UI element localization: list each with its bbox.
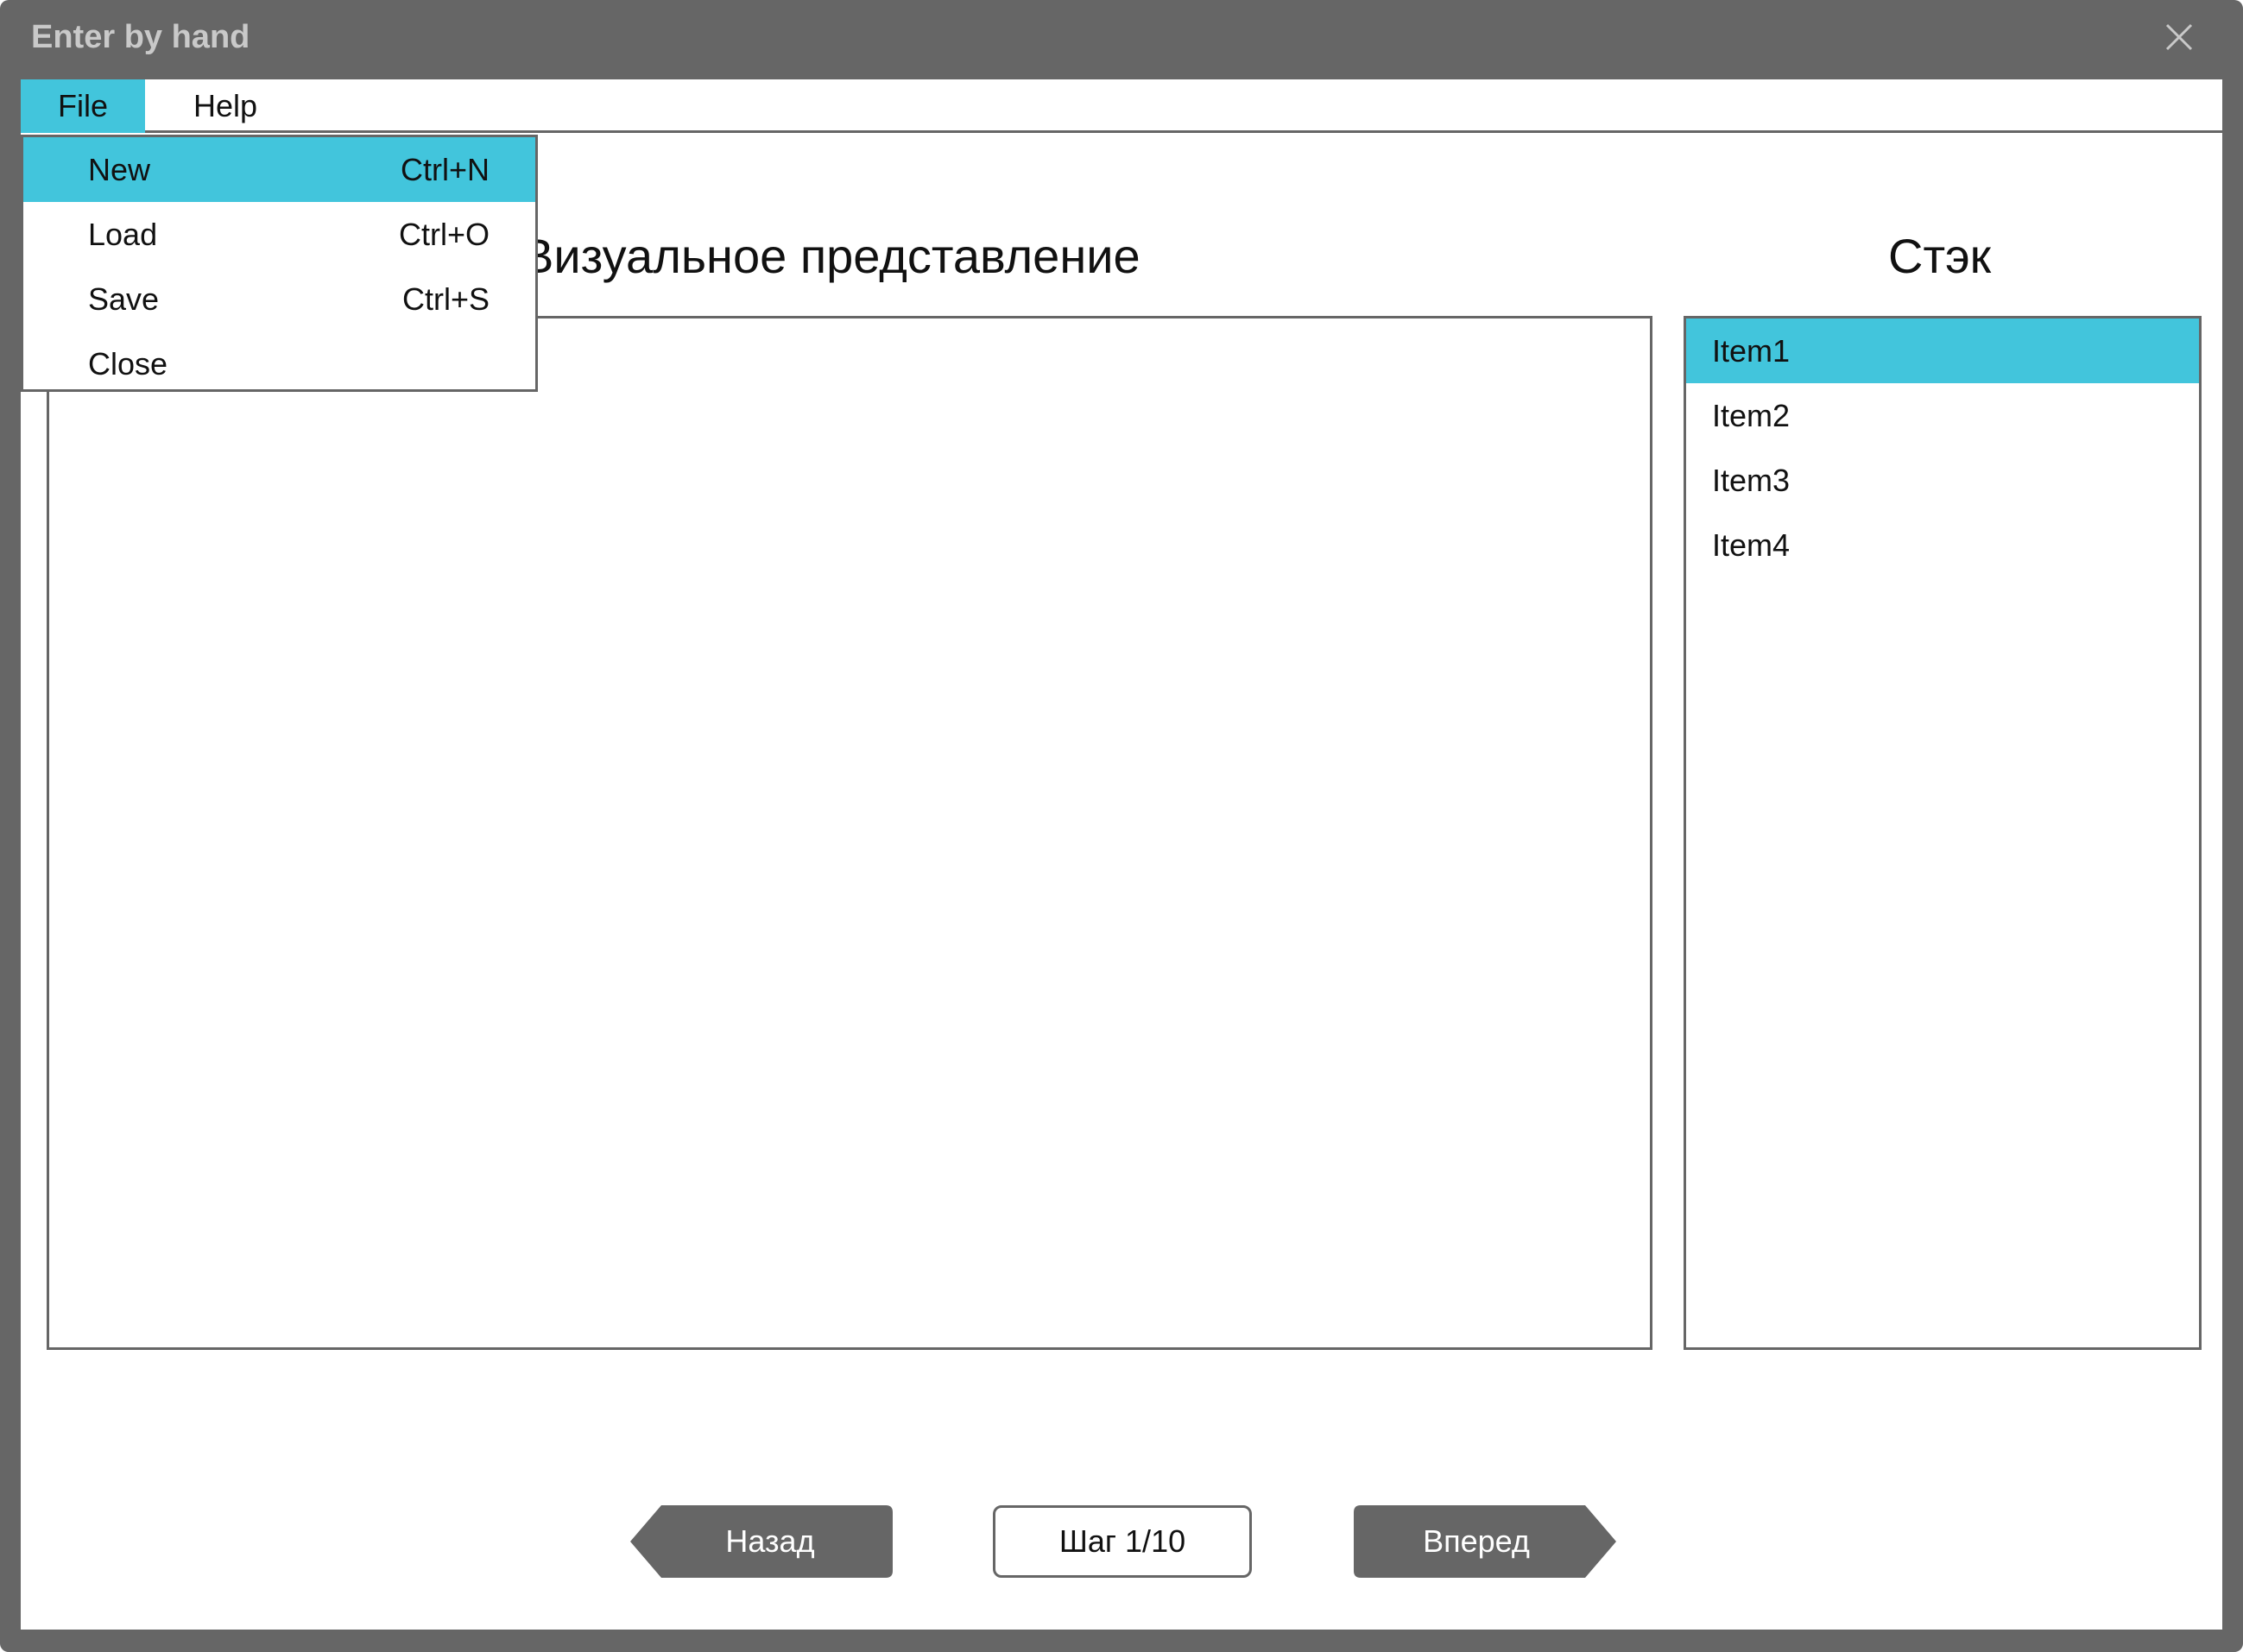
menu-file[interactable]: File [21, 79, 145, 133]
menu-item-shortcut: Ctrl+S [401, 281, 490, 317]
file-menu-new[interactable]: New Ctrl+N [23, 137, 535, 202]
stack-item-2[interactable]: Item2 [1686, 383, 2199, 448]
visual-canvas[interactable] [47, 316, 1652, 1350]
menu-item-shortcut: Ctrl+N [400, 152, 490, 187]
file-menu-dropdown: New Ctrl+N Load Ctrl+O Save Ctrl+S Close [21, 135, 538, 392]
stack-item-3[interactable]: Item3 [1686, 448, 2199, 513]
menu-item-label: Close [88, 346, 168, 381]
stack-list[interactable]: Item1 Item2 Item3 Item4 [1684, 316, 2202, 1350]
stack-item-4[interactable]: Item4 [1686, 513, 2199, 577]
stack-heading: Стэк [1888, 229, 1992, 283]
visual-representation-heading: Визуальное представление [521, 229, 1140, 283]
back-button-label: Назад [725, 1523, 815, 1559]
step-indicator: Шаг 1/10 [993, 1505, 1252, 1578]
close-icon [2165, 23, 2193, 51]
app-window: Enter by hand File Help Визуальное предс… [0, 0, 2243, 1652]
close-button[interactable] [2151, 12, 2208, 66]
file-menu-load[interactable]: Load Ctrl+O [23, 202, 535, 267]
forward-button-label: Вперед [1423, 1523, 1530, 1559]
stack-item-1[interactable]: Item1 [1686, 318, 2199, 383]
file-menu-close[interactable]: Close [23, 331, 535, 396]
menu-item-label: New [88, 152, 151, 187]
menu-item-label: Load [88, 217, 158, 252]
back-button[interactable]: Назад [630, 1505, 893, 1578]
menu-item-shortcut: Ctrl+O [398, 217, 490, 252]
client-area: File Help Визуальное представление Стэк … [21, 79, 2222, 1630]
menu-item-label: Save [88, 281, 160, 317]
window-title: Enter by hand [31, 19, 250, 55]
file-menu-save[interactable]: Save Ctrl+S [23, 267, 535, 331]
forward-button[interactable]: Вперед [1354, 1505, 1616, 1578]
menu-bar: File Help [21, 79, 2222, 133]
menu-help[interactable]: Help [193, 79, 314, 133]
